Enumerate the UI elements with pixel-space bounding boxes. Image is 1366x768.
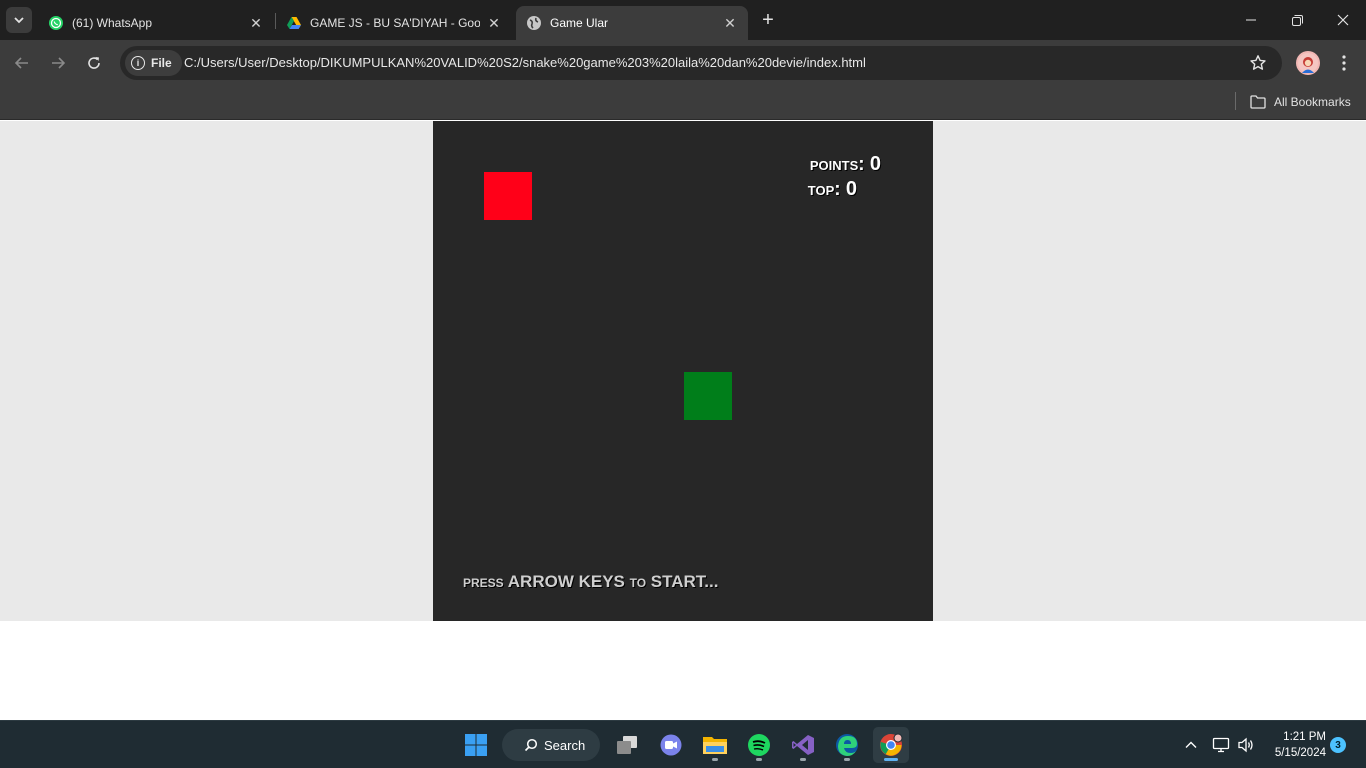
bookmark-star-button[interactable] bbox=[1248, 53, 1268, 73]
avatar-icon bbox=[1298, 53, 1318, 73]
file-explorer-button[interactable] bbox=[697, 727, 733, 763]
restore-icon bbox=[1291, 14, 1303, 26]
chevron-up-icon bbox=[1185, 741, 1197, 748]
points-value: 0 bbox=[869, 153, 881, 175]
reload-button[interactable] bbox=[80, 49, 108, 77]
volume-control[interactable] bbox=[1237, 721, 1255, 768]
points-row: points: 0 bbox=[808, 152, 881, 177]
close-icon[interactable]: ✕ bbox=[722, 15, 738, 31]
restore-button[interactable] bbox=[1274, 0, 1320, 40]
running-indicator bbox=[844, 758, 850, 761]
teams-chat-icon bbox=[660, 734, 682, 756]
back-button[interactable] bbox=[8, 49, 36, 77]
scheme-label: File bbox=[151, 56, 172, 70]
edge-icon bbox=[836, 734, 858, 756]
minimize-button[interactable] bbox=[1228, 0, 1274, 40]
close-icon bbox=[1337, 14, 1349, 26]
star-icon bbox=[1250, 55, 1266, 70]
spotify-button[interactable] bbox=[741, 727, 777, 763]
bookmarks-separator bbox=[1235, 92, 1236, 110]
top-value: 0 bbox=[845, 178, 857, 200]
task-view-button[interactable] bbox=[609, 727, 645, 763]
system-clock[interactable]: 1:21 PM 5/15/2024 bbox=[1262, 729, 1326, 761]
clock-date: 5/15/2024 bbox=[1274, 747, 1326, 759]
task-view-icon bbox=[617, 736, 637, 754]
tab-whatsapp[interactable]: (61) WhatsApp ✕ bbox=[38, 6, 274, 40]
whatsapp-icon bbox=[48, 15, 64, 31]
close-icon[interactable]: ✕ bbox=[486, 15, 502, 31]
snake-head bbox=[684, 372, 732, 420]
all-bookmarks-button[interactable]: All Bookmarks bbox=[1250, 91, 1351, 113]
edge-button[interactable] bbox=[829, 727, 865, 763]
close-window-button[interactable] bbox=[1320, 0, 1366, 40]
visual-studio-icon bbox=[792, 735, 814, 755]
search-label: Search bbox=[544, 737, 586, 753]
reload-icon bbox=[88, 57, 100, 69]
start-prompt: press ARROW KEYS to START... bbox=[463, 572, 719, 591]
new-tab-button[interactable]: + bbox=[756, 8, 780, 32]
running-indicator bbox=[712, 758, 718, 761]
start-button[interactable] bbox=[458, 727, 494, 763]
profile-avatar[interactable] bbox=[1296, 51, 1320, 75]
food-block bbox=[484, 172, 532, 220]
arrow-right-icon bbox=[52, 57, 66, 69]
more-vert-icon bbox=[1342, 55, 1346, 71]
url-text[interactable]: C:/Users/User/Desktop/DIKUMPULKAN%20VALI… bbox=[184, 55, 866, 70]
network-status[interactable] bbox=[1212, 721, 1230, 768]
running-indicator bbox=[756, 758, 762, 761]
tab-title: (61) WhatsApp bbox=[72, 16, 153, 30]
google-drive-icon bbox=[286, 15, 302, 31]
teams-chat-button[interactable] bbox=[653, 727, 689, 763]
running-indicator bbox=[884, 758, 898, 761]
game-board[interactable]: points: 0 top: 0 press ARROW KEYS to STA… bbox=[433, 121, 933, 621]
forward-button[interactable] bbox=[44, 49, 72, 77]
notification-badge[interactable]: 3 bbox=[1330, 737, 1346, 753]
tab-strip: (61) WhatsApp ✕ GAME JS - BU SA'DIYAH - … bbox=[0, 0, 1366, 40]
network-icon bbox=[1212, 737, 1230, 753]
clock-time: 1:21 PM bbox=[1283, 731, 1326, 743]
running-indicator bbox=[800, 758, 806, 761]
site-info-chip[interactable]: i File bbox=[125, 50, 182, 76]
page-viewport: points: 0 top: 0 press ARROW KEYS to STA… bbox=[0, 121, 1366, 720]
address-bar[interactable]: i File C:/Users/User/Desktop/DIKUMPULKAN… bbox=[120, 46, 1282, 80]
scoreboard: points: 0 top: 0 bbox=[808, 152, 881, 202]
tab-google-drive[interactable]: GAME JS - BU SA'DIYAH - Goog ✕ bbox=[276, 6, 512, 40]
chrome-button[interactable] bbox=[873, 727, 909, 763]
visual-studio-button[interactable] bbox=[785, 727, 821, 763]
all-bookmarks-label: All Bookmarks bbox=[1274, 95, 1351, 109]
info-icon: i bbox=[131, 56, 145, 70]
points-label: points: bbox=[809, 154, 865, 175]
top-score-row: top: 0 bbox=[808, 177, 881, 202]
bookmarks-bar: All Bookmarks bbox=[0, 86, 1366, 120]
file-explorer-icon bbox=[703, 737, 727, 754]
minimize-icon bbox=[1246, 19, 1256, 21]
spotify-icon bbox=[748, 734, 770, 756]
tab-game-ular[interactable]: Game Ular ✕ bbox=[516, 6, 748, 40]
arrow-left-icon bbox=[14, 57, 28, 69]
windows-taskbar: Search 1:21 PM 5/15/2024 3 bbox=[0, 720, 1366, 768]
folder-icon bbox=[1250, 95, 1266, 109]
chrome-icon bbox=[880, 733, 903, 756]
globe-icon bbox=[526, 15, 542, 31]
browser-toolbar: i File C:/Users/User/Desktop/DIKUMPULKAN… bbox=[0, 40, 1366, 86]
browser-menu-button[interactable] bbox=[1332, 51, 1356, 75]
taskbar-search[interactable]: Search bbox=[502, 729, 600, 761]
tab-title: Game Ular bbox=[550, 16, 609, 30]
windows-start-icon bbox=[465, 734, 487, 756]
tab-title: GAME JS - BU SA'DIYAH - Goog bbox=[310, 16, 480, 30]
show-hidden-icons-button[interactable] bbox=[1184, 721, 1198, 768]
speaker-icon bbox=[1238, 737, 1253, 753]
top-label: top: bbox=[807, 179, 841, 200]
search-icon bbox=[524, 738, 538, 752]
close-icon[interactable]: ✕ bbox=[248, 15, 264, 31]
tab-search-button[interactable] bbox=[6, 7, 32, 33]
chevron-down-icon bbox=[14, 17, 24, 24]
